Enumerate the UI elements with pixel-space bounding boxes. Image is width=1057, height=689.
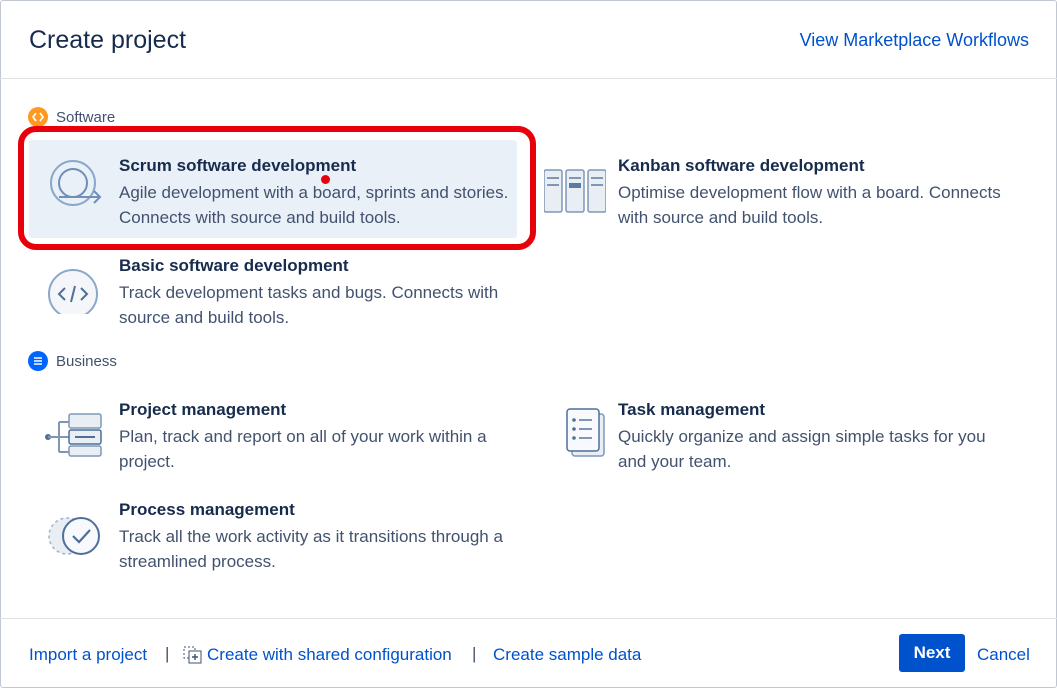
template-description: Optimise development flow with a board. …: [618, 183, 1001, 227]
template-card-basic[interactable]: Basic software development Track develop…: [29, 240, 517, 338]
annotation-cursor-dot: [321, 175, 330, 184]
template-card-task-management[interactable]: Task management Quickly organize and ass…: [528, 384, 1016, 482]
footer-separator: |: [165, 644, 170, 663]
template-description: Agile development with a board, sprints …: [119, 183, 509, 227]
template-card-kanban[interactable]: Kanban software development Optimise dev…: [528, 140, 1016, 238]
template-title: Project management: [119, 400, 287, 419]
template-title: Process management: [119, 500, 295, 519]
template-description: Track all the work activity as it transi…: [119, 527, 503, 571]
create-shared-config-label: Create with shared configuration: [207, 645, 452, 664]
cancel-button[interactable]: Cancel: [977, 645, 1030, 665]
project-tree-icon: [45, 396, 107, 458]
template-description: Track development tasks and bugs. Connec…: [119, 283, 499, 327]
checklist-icon: [544, 396, 606, 458]
code-brackets-icon: [28, 107, 48, 127]
kanban-board-icon: [543, 152, 607, 214]
section-software-label: Software: [56, 108, 116, 126]
dialog-footer: Import a project | Create with shared co…: [0, 618, 1057, 689]
create-sample-data-link[interactable]: Create sample data: [493, 645, 641, 665]
list-icon: [28, 351, 48, 371]
create-project-dialog: [0, 0, 1057, 688]
template-title: Scrum software development: [119, 156, 357, 175]
shared-config-icon: [183, 646, 203, 664]
footer-separator: |: [472, 644, 477, 663]
check-circle-icon: [45, 496, 107, 558]
template-title: Kanban software development: [618, 156, 865, 175]
create-shared-config-link[interactable]: Create with shared configuration: [183, 645, 452, 665]
view-marketplace-workflows-link[interactable]: View Marketplace Workflows: [800, 30, 1029, 51]
import-project-link[interactable]: Import a project: [29, 645, 147, 665]
section-business-label: Business: [56, 352, 117, 370]
template-description: Plan, track and report on all of your wo…: [119, 427, 487, 471]
template-title: Basic software development: [119, 256, 349, 275]
code-icon: [45, 252, 107, 319]
template-card-scrum[interactable]: Scrum software development Agile develop…: [29, 140, 517, 238]
section-business: Business: [28, 351, 117, 371]
next-button[interactable]: Next: [899, 634, 965, 672]
scrum-cycle-icon: [45, 152, 107, 214]
template-card-project-management[interactable]: Project management Plan, track and repor…: [29, 384, 517, 482]
template-description: Quickly organize and assign simple tasks…: [618, 427, 986, 471]
template-title: Task management: [618, 400, 766, 419]
dialog-header: Create project View Marketplace Workflow…: [0, 0, 1057, 79]
dialog-title: Create project: [29, 26, 187, 54]
section-software: Software: [28, 107, 115, 127]
template-card-process-management[interactable]: Process management Track all the work ac…: [29, 484, 517, 582]
